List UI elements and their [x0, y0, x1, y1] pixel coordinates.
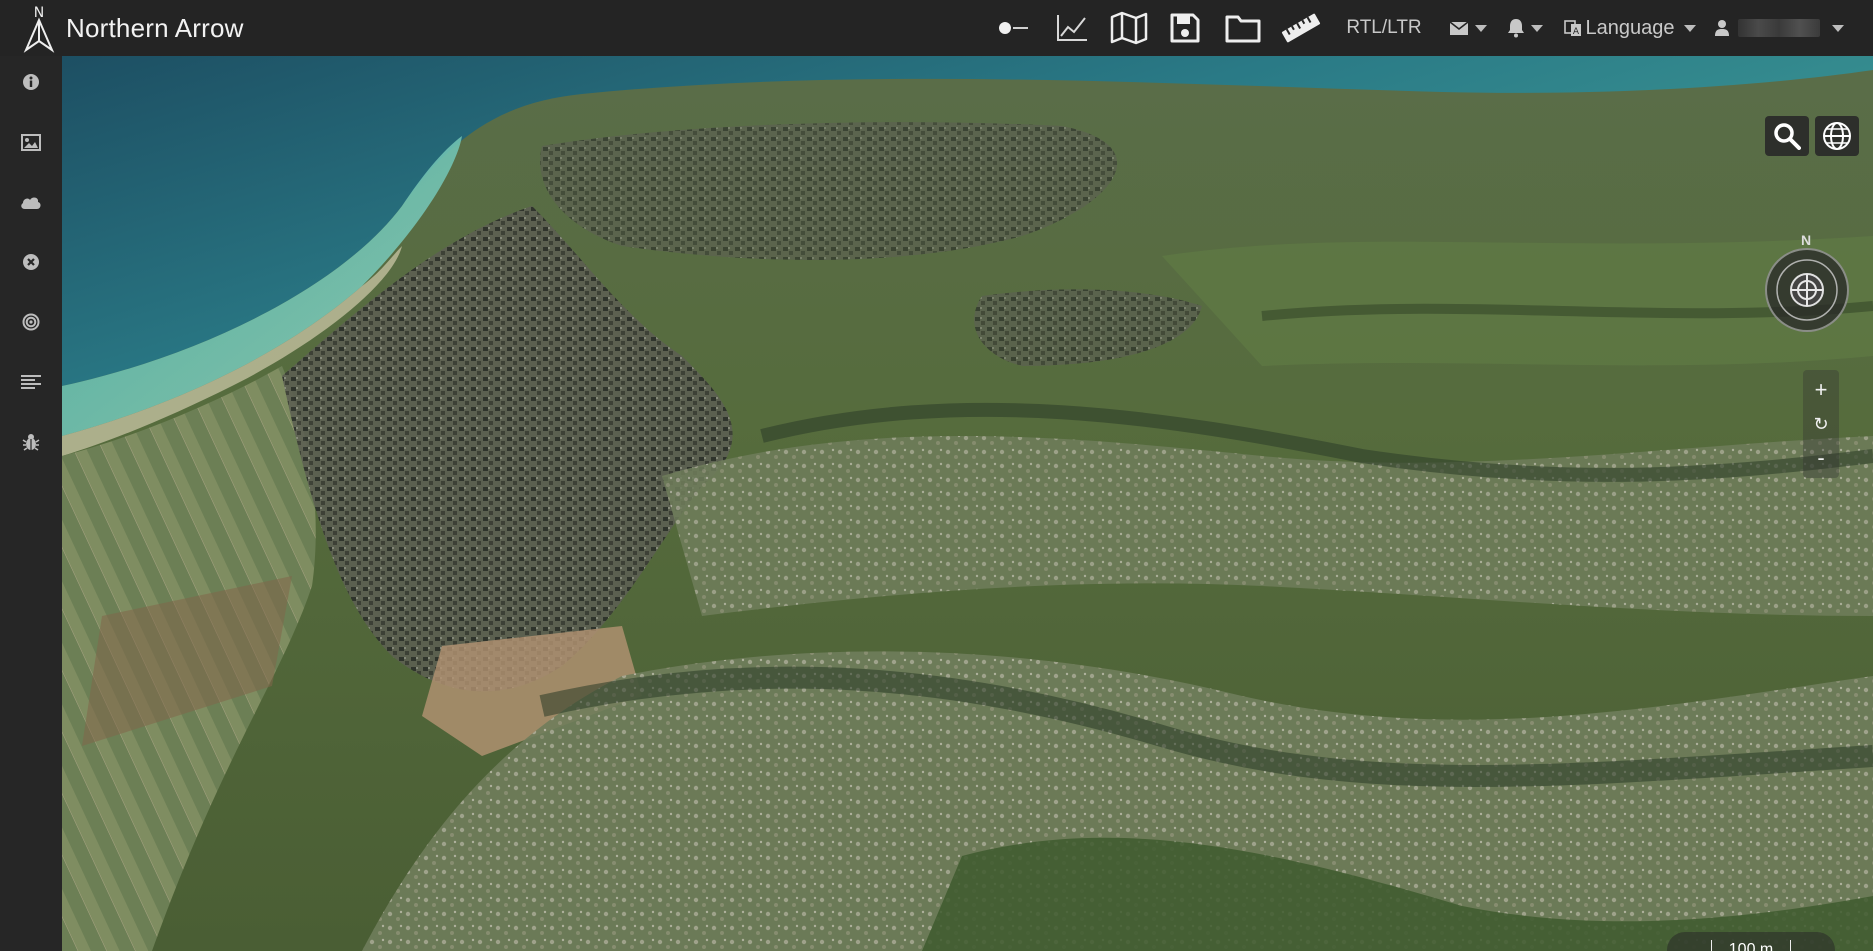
align-left-icon	[21, 375, 41, 389]
terrain-imagery	[62, 56, 1873, 951]
svg-text:A: A	[1572, 27, 1579, 37]
line-chart-icon	[1057, 15, 1087, 41]
toggle-switch-icon	[999, 22, 1028, 34]
navigation-compass: N	[1763, 232, 1851, 336]
folder-icon	[1225, 15, 1261, 43]
brand[interactable]: N Northern Arrow	[18, 0, 244, 56]
bell-icon	[1508, 19, 1524, 38]
info-circle-icon	[23, 74, 39, 90]
bullseye-icon	[22, 313, 40, 331]
distance-scale-legend: 100 m	[1667, 932, 1835, 951]
map-icon	[1110, 11, 1148, 45]
sidebar-item-weather[interactable]	[0, 182, 62, 222]
ruler-icon	[1281, 13, 1321, 43]
scene-mode-globe-button[interactable]	[1815, 116, 1859, 156]
save-button[interactable]	[1166, 8, 1204, 48]
notifications-dropdown[interactable]	[1504, 8, 1546, 48]
sidebar-item-info[interactable]	[0, 62, 62, 102]
bug-icon	[22, 434, 40, 451]
image-icon	[21, 133, 41, 151]
language-dropdown[interactable]: A Language	[1562, 8, 1698, 48]
scale-ruler: 100 m	[1711, 940, 1791, 951]
scale-label: 100 m	[1728, 940, 1774, 951]
toggle-switch-button[interactable]	[996, 8, 1032, 48]
user-icon	[1715, 20, 1729, 36]
zoom-controls: + ↻ -	[1803, 370, 1839, 478]
app-title: Northern Arrow	[66, 12, 244, 43]
open-folder-button[interactable]	[1222, 8, 1264, 48]
sidebar-item-images[interactable]	[0, 122, 62, 162]
geocoder-search-button[interactable]	[1765, 116, 1809, 156]
zoom-in-button[interactable]: +	[1803, 374, 1839, 406]
northern-arrow-logo-icon: N	[23, 5, 55, 53]
globe-icon	[1823, 122, 1851, 150]
user-name-redacted	[1738, 19, 1820, 37]
cloud-icon	[21, 197, 41, 209]
sidebar-item-debug[interactable]	[0, 422, 62, 462]
language-label: Language	[1585, 16, 1675, 39]
map-button[interactable]	[1108, 8, 1150, 48]
envelope-icon	[1449, 21, 1469, 35]
line-chart-button[interactable]	[1052, 8, 1092, 48]
user-menu-dropdown[interactable]	[1712, 8, 1846, 48]
save-icon	[1170, 13, 1200, 43]
ruler-measure-button[interactable]	[1278, 8, 1324, 48]
sidebar-item-clear[interactable]	[0, 242, 62, 282]
compass-gyro-icon	[1776, 259, 1838, 321]
rtl-ltr-toggle[interactable]: RTL/LTR	[1346, 8, 1422, 48]
chevron-down-icon	[1475, 24, 1487, 32]
reset-view-button[interactable]: ↻	[1803, 408, 1839, 440]
top-navbar: N Northern Arrow RTL/LTR A Language	[0, 0, 1873, 56]
sidebar-item-layers-list[interactable]	[0, 362, 62, 402]
sidebar-item-target[interactable]	[0, 302, 62, 342]
times-circle-icon	[23, 254, 39, 270]
chevron-down-icon	[1531, 24, 1543, 32]
compass-ring[interactable]	[1765, 248, 1849, 332]
search-icon	[1774, 123, 1801, 150]
zoom-out-button[interactable]: -	[1803, 442, 1839, 474]
left-sidebar	[0, 56, 62, 951]
chevron-down-icon	[1684, 24, 1697, 32]
chevron-down-icon	[1832, 24, 1844, 32]
3d-map-viewport[interactable]: N + ↻ - 100 m	[62, 56, 1873, 951]
translate-icon: A	[1563, 20, 1581, 37]
messages-dropdown[interactable]	[1446, 8, 1490, 48]
compass-north-label: N	[1801, 232, 1812, 248]
